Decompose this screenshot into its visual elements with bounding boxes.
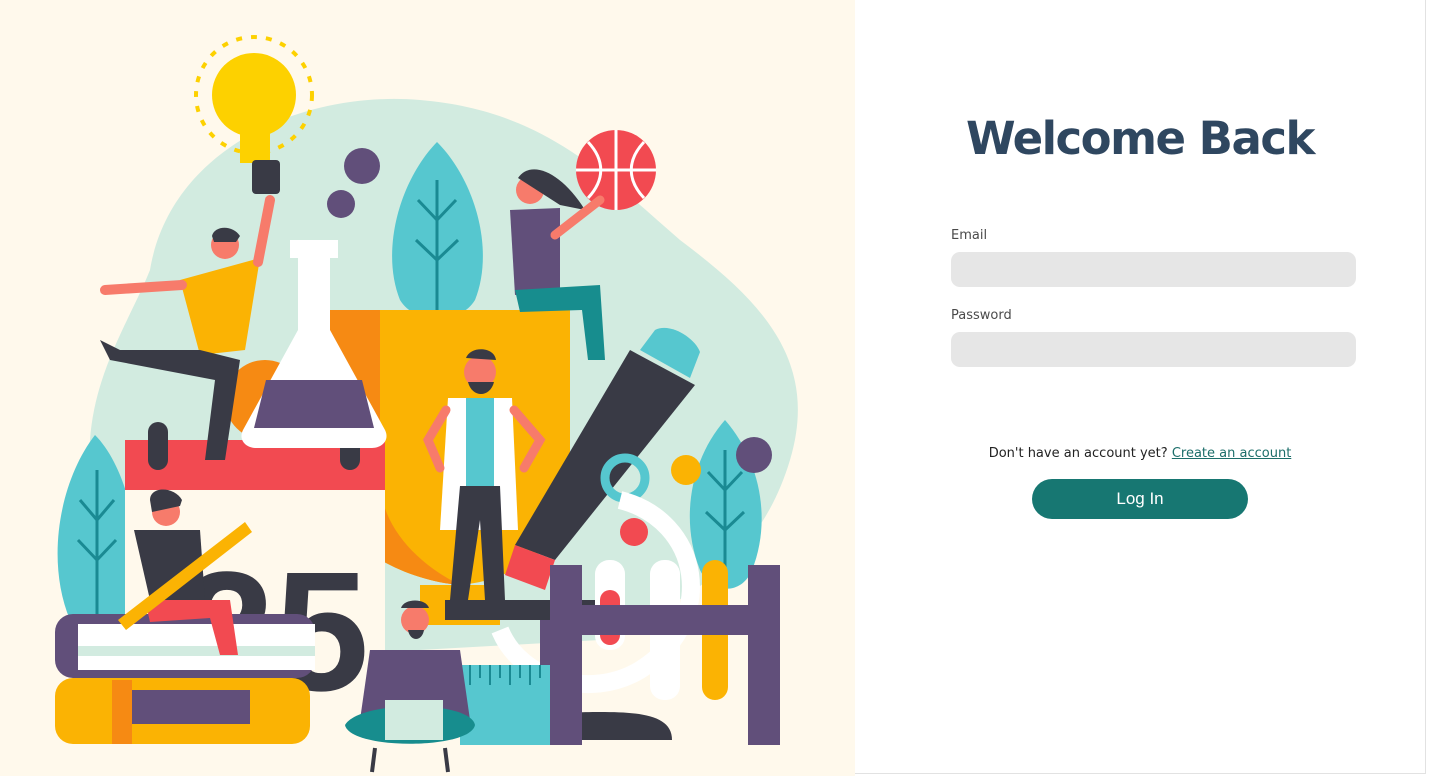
bubble	[344, 148, 380, 184]
email-label: Email	[951, 228, 988, 243]
page-title: Welcome Back	[966, 112, 1315, 165]
login-page: 25	[0, 0, 1429, 776]
password-field[interactable]	[951, 332, 1356, 367]
login-form-panel: Welcome Back Email Password Don't have a…	[855, 0, 1426, 774]
basketball	[576, 130, 656, 210]
education-illustration: 25	[0, 0, 855, 776]
signup-prompt-text: Don't have an account yet?	[988, 446, 1168, 461]
ruler	[460, 665, 550, 745]
books	[55, 614, 315, 744]
login-button[interactable]: Log In	[1032, 479, 1248, 519]
password-label: Password	[951, 308, 1012, 323]
illustration-svg: 25	[55, 35, 798, 773]
signup-prompt-row: Don't have an account yet? Create an acc…	[855, 446, 1425, 461]
bubble	[327, 190, 355, 218]
create-account-link[interactable]: Create an account	[1172, 446, 1291, 461]
email-field[interactable]	[951, 252, 1356, 287]
